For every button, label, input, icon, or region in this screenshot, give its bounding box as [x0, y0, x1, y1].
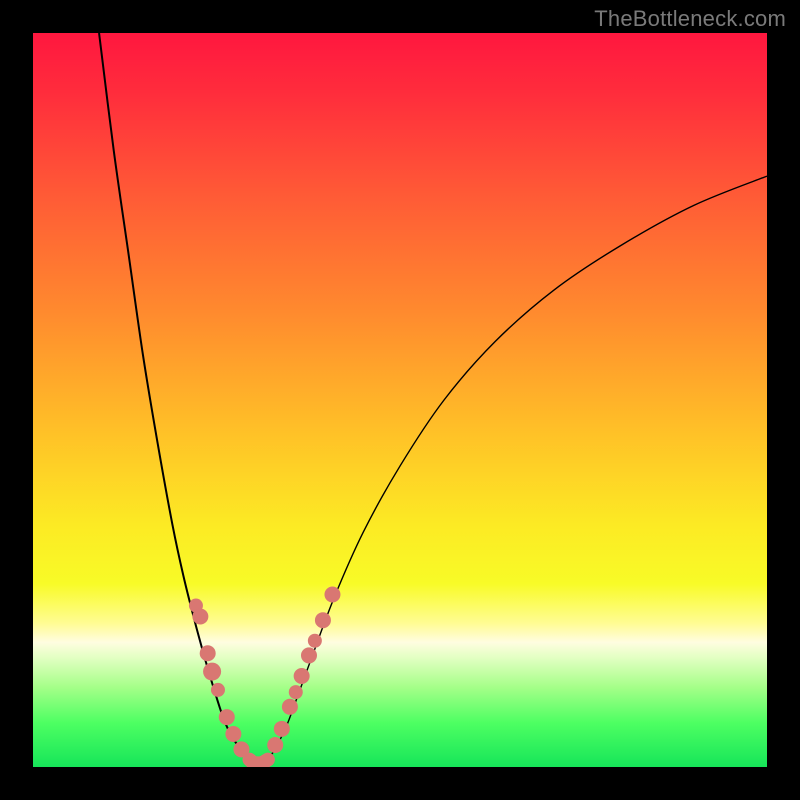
- data-marker: [294, 668, 310, 684]
- data-marker: [203, 663, 221, 681]
- data-marker: [301, 647, 317, 663]
- markers-left-group: [189, 599, 250, 758]
- watermark-text: TheBottleneck.com: [594, 6, 786, 32]
- markers-right-group: [267, 587, 340, 753]
- data-marker: [192, 609, 208, 625]
- outer-frame: TheBottleneck.com: [0, 0, 800, 800]
- right-curve: [268, 176, 767, 760]
- data-marker: [219, 709, 235, 725]
- plot-area: [33, 33, 767, 767]
- data-marker: [233, 741, 249, 757]
- data-marker: [225, 726, 241, 742]
- data-marker: [267, 737, 283, 753]
- left-curve: [99, 33, 249, 760]
- data-marker: [211, 683, 225, 697]
- data-marker: [289, 685, 303, 699]
- data-marker: [315, 612, 331, 628]
- chart-svg: [33, 33, 767, 767]
- data-marker: [274, 721, 290, 737]
- valley-marker-segment: [250, 760, 268, 764]
- data-marker: [324, 587, 340, 603]
- data-marker: [308, 634, 322, 648]
- data-marker: [200, 645, 216, 661]
- data-marker: [282, 699, 298, 715]
